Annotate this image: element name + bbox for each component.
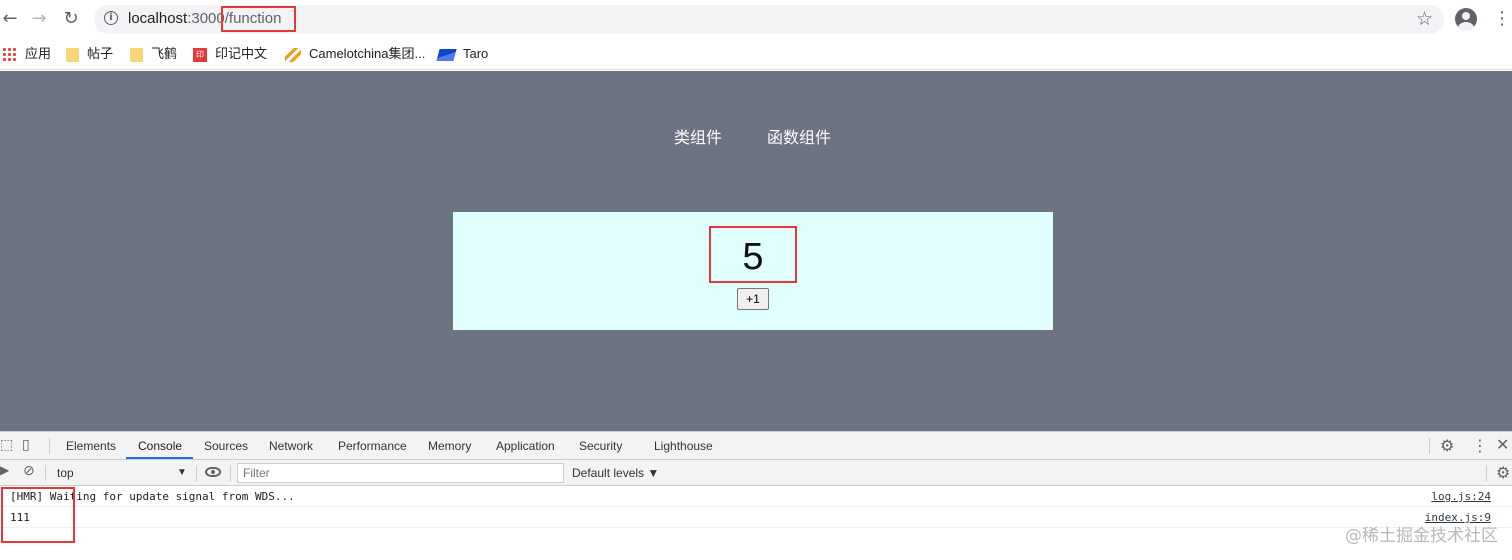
filter-divider: [45, 465, 46, 481]
console-log-row: [HMR] Waiting for update signal from WDS…: [0, 486, 1512, 507]
tab-console[interactable]: Console: [138, 439, 182, 453]
log-source-link[interactable]: log.js:24: [1431, 490, 1491, 503]
device-toolbar-icon[interactable]: ▯: [22, 437, 30, 453]
folder-icon: [66, 47, 79, 62]
reload-icon[interactable]: ↻: [61, 9, 81, 29]
console-filter-bar: ▶ ⊘ top ▼ Default levels ▼ ⚙: [0, 460, 1512, 486]
taro-logo-icon: [436, 48, 457, 61]
console-filter-input[interactable]: [237, 463, 564, 483]
tab-memory[interactable]: Memory: [428, 439, 471, 453]
address-bar[interactable]: [94, 5, 1444, 34]
bookmark-star-icon[interactable]: ☆: [1416, 8, 1433, 30]
url-path-highlight-box: [221, 6, 296, 32]
back-arrow-icon[interactable]: ←: [0, 9, 20, 29]
nav-link-function-component[interactable]: 函数组件: [767, 124, 831, 148]
counter-highlight-box: [709, 226, 797, 283]
inspect-element-icon[interactable]: ⬚: [0, 437, 13, 453]
bookmark-feihe[interactable]: 飞鹤: [130, 44, 177, 64]
bookmark-label: Camelotchina集团...: [309, 46, 426, 61]
site-info-icon[interactable]: i: [104, 11, 118, 25]
tab-elements[interactable]: Elements: [66, 439, 116, 453]
bookmark-camelotchina[interactable]: Camelotchina集团...: [285, 44, 425, 64]
console-log-row: 111 index.js:9: [0, 507, 1512, 528]
bookmarks-bar: 应用 帖子 飞鹤 印印记中文 Camelotchina集团... Taro: [0, 38, 1512, 70]
more-menu-icon[interactable]: ⋮: [1493, 8, 1511, 29]
bookmark-label: 帖子: [87, 46, 114, 61]
live-expression-eye-icon[interactable]: [205, 467, 221, 477]
nav-link-class-component[interactable]: 类组件: [674, 124, 722, 148]
folder-icon: [130, 47, 143, 62]
context-select[interactable]: top: [50, 464, 190, 482]
apps-grid-icon: [2, 47, 17, 63]
watermark-text: @稀土掘金技术社区: [1345, 526, 1498, 546]
profile-avatar-icon[interactable]: [1455, 8, 1477, 30]
yinji-logo-icon: 印: [193, 47, 207, 62]
tab-divider: [1429, 438, 1430, 454]
bookmark-label: 印记中文: [215, 46, 268, 61]
bookmark-label: 飞鹤: [151, 46, 178, 61]
tab-lighthouse[interactable]: Lighthouse: [654, 439, 713, 453]
active-tab-indicator: [126, 457, 193, 459]
bookmark-apps[interactable]: 应用: [2, 44, 51, 64]
bookmark-label: 应用: [25, 46, 52, 61]
sidebar-toggle-icon[interactable]: ▶: [0, 463, 9, 477]
camelot-logo-icon: [285, 47, 301, 62]
console-output: [HMR] Waiting for update signal from WDS…: [0, 486, 1512, 560]
tab-divider: [49, 438, 50, 454]
console-highlight-box: [1, 487, 75, 543]
settings-gear-icon[interactable]: ⚙: [1440, 436, 1454, 455]
filter-divider: [196, 465, 197, 481]
chevron-down-icon: ▼: [177, 467, 187, 478]
forward-arrow-icon[interactable]: →: [29, 9, 49, 29]
tab-network[interactable]: Network: [269, 439, 313, 453]
tab-performance[interactable]: Performance: [338, 439, 407, 453]
url-host: localhost: [128, 10, 188, 27]
url-port: :3000: [187, 10, 225, 27]
counter-card: 5 +1: [453, 212, 1053, 330]
tab-security[interactable]: Security: [579, 439, 622, 453]
devtools-menu-icon[interactable]: ⋮: [1472, 436, 1488, 455]
close-devtools-icon[interactable]: ✕: [1496, 435, 1509, 454]
browser-toolbar: ← → ↻ i localhost:3000/function ☆ ⋮: [0, 0, 1512, 38]
filter-divider: [230, 465, 231, 481]
console-settings-gear-icon[interactable]: ⚙: [1496, 463, 1510, 482]
bookmark-taro[interactable]: Taro: [436, 44, 489, 64]
increment-button[interactable]: +1: [737, 288, 769, 310]
clear-console-icon[interactable]: ⊘: [23, 463, 35, 479]
log-levels-dropdown[interactable]: Default levels ▼: [572, 466, 659, 480]
tab-sources[interactable]: Sources: [204, 439, 248, 453]
devtools-panel: ⬚ ▯ Elements Console Sources Network Per…: [0, 431, 1512, 560]
bookmark-posts[interactable]: 帖子: [66, 44, 113, 64]
bookmark-yinji[interactable]: 印印记中文: [193, 44, 267, 64]
bookmark-label: Taro: [463, 46, 489, 61]
page-viewport: 类组件 函数组件 5 +1: [0, 71, 1512, 431]
tab-application[interactable]: Application: [496, 439, 555, 453]
filter-divider: [1486, 465, 1487, 481]
devtools-tab-bar: ⬚ ▯ Elements Console Sources Network Per…: [0, 432, 1512, 460]
